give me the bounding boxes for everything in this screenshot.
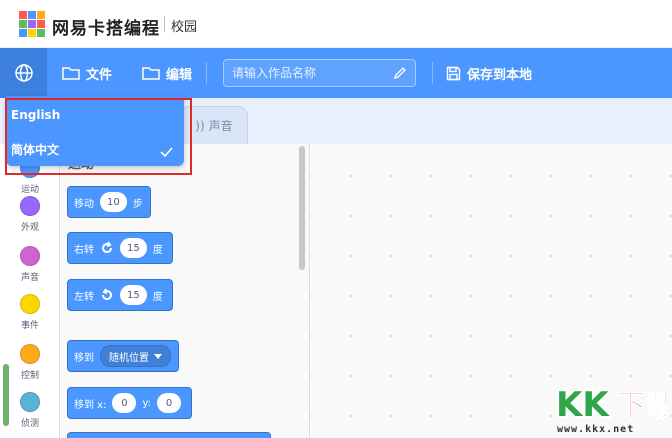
svg-text:下载: 下载 <box>616 389 666 424</box>
file-menu[interactable]: 文件 <box>62 48 112 98</box>
edit-menu[interactable]: 编辑 <box>142 48 192 98</box>
category-dot <box>20 344 40 364</box>
highlight-box <box>5 98 192 175</box>
block-turn-left[interactable]: 左转 15 度 <box>67 279 173 311</box>
category-control[interactable]: 控制 <box>0 344 60 381</box>
svg-text:KK: KK <box>556 385 610 424</box>
category-label: 事件 <box>20 321 39 331</box>
edit-menu-label: 编辑 <box>166 67 193 83</box>
category-events[interactable]: 事件 <box>0 294 60 331</box>
category-sensing[interactable]: 侦测 <box>0 392 60 429</box>
file-menu-label: 文件 <box>86 67 113 83</box>
rotate-right-icon <box>102 241 113 254</box>
block-text: y: <box>142 397 152 409</box>
watermark-logo: KK KK 下载 <box>554 383 666 425</box>
sound-tab-icon: )) <box>195 118 205 133</box>
block-text: 左转 <box>74 291 94 303</box>
block-text: 度 <box>152 244 163 256</box>
degrees-input[interactable]: 15 <box>120 238 147 258</box>
block-text: 移到 <box>74 352 94 364</box>
folder-icon <box>142 67 160 80</box>
dropdown-value: 随机位置 <box>109 352 149 364</box>
block-partial[interactable] <box>67 432 271 438</box>
category-sound[interactable]: 声音 <box>0 246 60 283</box>
steps-input[interactable]: 10 <box>100 192 127 212</box>
y-input[interactable]: 0 <box>157 393 182 413</box>
category-label: 控制 <box>20 371 39 381</box>
block-text: 移动 <box>74 198 94 210</box>
brand-name: 网易卡搭编程 <box>52 19 160 39</box>
block-move-steps[interactable]: 移动 10 步 <box>67 186 151 218</box>
brand-sub: 校园 <box>171 20 198 35</box>
category-dot <box>20 246 40 266</box>
category-label: 运动 <box>20 185 39 195</box>
menu-bar: 文件 编辑 保存到本地 <box>0 48 672 98</box>
block-text: 移到 x: <box>74 399 107 411</box>
tab-sound-label: 声音 <box>208 119 233 133</box>
project-title-input[interactable] <box>223 59 416 87</box>
folder-icon <box>62 67 80 80</box>
block-text: 步 <box>132 198 143 210</box>
logo-icon <box>19 11 45 37</box>
save-icon <box>446 66 461 80</box>
brand-divider <box>164 16 165 32</box>
pencil-icon <box>393 67 406 80</box>
watermark-url: www.kkx.net <box>557 424 635 435</box>
block-text: 右转 <box>74 244 94 256</box>
save-local-button[interactable]: 保存到本地 <box>446 48 532 98</box>
language-button[interactable] <box>0 48 47 98</box>
block-goto-xy[interactable]: 移到 x: 0 y: 0 <box>67 387 192 419</box>
category-looks[interactable]: 外观 <box>0 196 60 233</box>
palette-scrollbar[interactable] <box>299 146 305 270</box>
category-menu: 运动 外观 声音 事件 控制 侦测 <box>0 144 60 438</box>
block-text: 度 <box>152 291 163 303</box>
category-dot <box>20 294 40 314</box>
category-label: 外观 <box>20 223 39 233</box>
category-dot <box>20 196 40 216</box>
brand-bar: 网易卡搭编程 校园 <box>0 0 672 48</box>
goto-target-dropdown[interactable]: 随机位置 <box>100 345 171 367</box>
globe-icon <box>14 64 33 82</box>
menu-divider <box>432 62 433 84</box>
x-input[interactable]: 0 <box>112 393 137 413</box>
category-dot <box>20 392 40 412</box>
rotate-left-icon <box>101 288 112 301</box>
block-turn-right[interactable]: 右转 15 度 <box>67 232 173 264</box>
save-local-label: 保存到本地 <box>467 67 533 83</box>
menu-divider <box>206 62 207 84</box>
degrees-input[interactable]: 15 <box>120 285 147 305</box>
category-label: 侦测 <box>20 419 39 429</box>
chevron-down-icon <box>154 353 162 359</box>
category-label: 声音 <box>20 273 39 283</box>
block-goto[interactable]: 移到 随机位置 <box>67 340 179 372</box>
category-scrollbar[interactable] <box>3 364 9 426</box>
